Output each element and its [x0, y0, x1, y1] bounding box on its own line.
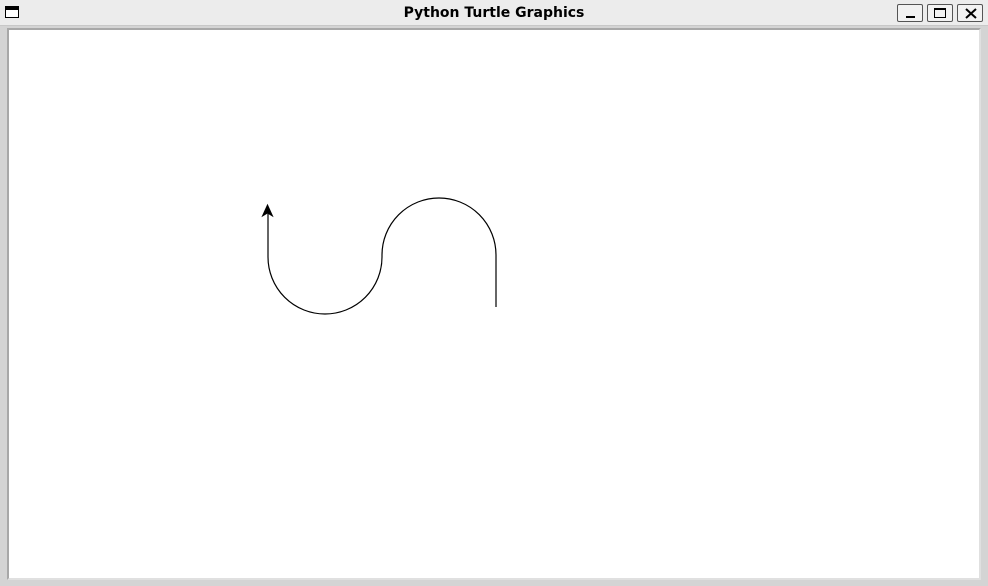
- window-title: Python Turtle Graphics: [403, 5, 585, 21]
- maximize-button[interactable]: [927, 4, 953, 22]
- turtle-canvas[interactable]: [9, 30, 979, 578]
- title-bar[interactable]: Python Turtle Graphics: [0, 0, 988, 26]
- turtle-window: Python Turtle Graphics: [0, 0, 988, 586]
- close-button[interactable]: [957, 4, 983, 22]
- canvas-frame: [7, 28, 981, 580]
- minimize-button[interactable]: [897, 4, 923, 22]
- close-icon: [965, 8, 977, 19]
- turtle-path: [267, 197, 497, 315]
